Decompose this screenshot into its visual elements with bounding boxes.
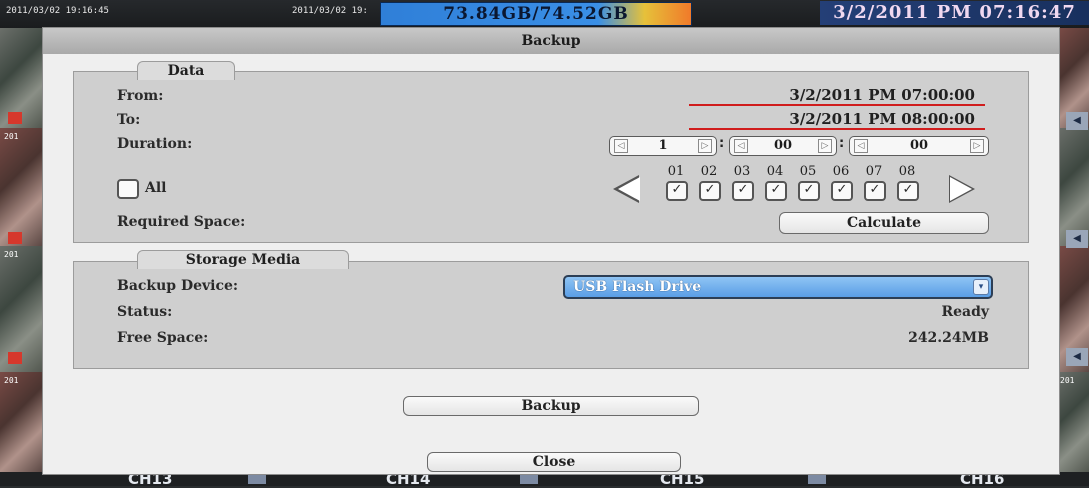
backup-device-label: Backup Device: xyxy=(117,278,239,294)
increment-icon[interactable]: ▷ xyxy=(970,139,984,153)
backup-button[interactable]: Backup xyxy=(403,396,699,416)
record-icon xyxy=(8,232,22,244)
channel-arrow-icon[interactable] xyxy=(248,474,266,484)
backup-device-value: USB Flash Drive xyxy=(573,279,702,295)
disk-usage-bar: 73.84GB/74.52GB xyxy=(380,2,692,26)
backup-device-select[interactable]: USB Flash Drive ▾ xyxy=(563,275,993,299)
channel-checkbox-02[interactable]: ✓ xyxy=(699,181,721,201)
dvr-status-bar: 2011/03/02 19:16:45 2011/03/02 19: 73.84… xyxy=(0,0,1089,28)
increment-icon[interactable]: ▷ xyxy=(818,139,832,153)
disk-usage-text: 73.84GB/74.52GB xyxy=(443,4,629,24)
camera-label: 201 xyxy=(4,132,19,141)
camera-tile[interactable]: 201 xyxy=(1058,372,1089,472)
from-label: From: xyxy=(117,88,164,104)
channel-checkbox-07[interactable]: ✓ xyxy=(864,181,886,201)
status-value: Ready xyxy=(941,304,989,320)
duration-minutes-value: 00 xyxy=(773,138,793,153)
duration-minutes-stepper[interactable]: ◁ 00 ▷ xyxy=(729,136,837,156)
channel-number: 03 xyxy=(733,164,751,179)
channel-checkbox-03[interactable]: ✓ xyxy=(732,181,754,201)
scroll-left-arrow-icon[interactable]: ◀ xyxy=(1066,348,1088,366)
increment-icon[interactable]: ▷ xyxy=(698,139,712,153)
status-label: Status: xyxy=(117,304,173,320)
all-label: All xyxy=(145,180,167,196)
close-button[interactable]: Close xyxy=(427,452,681,472)
data-group-tab: Data xyxy=(137,61,235,80)
system-clock: 3/2/2011 PM 07:16:47 xyxy=(820,1,1089,25)
duration-hours-value: 1 xyxy=(658,138,668,153)
to-datetime-field[interactable]: 3/2/2011 PM 08:00:00 xyxy=(689,110,985,130)
duration-label: Duration: xyxy=(117,136,193,152)
channel-number: 01 xyxy=(667,164,685,179)
decrement-icon[interactable]: ◁ xyxy=(734,139,748,153)
next-channels-arrow-fill xyxy=(950,177,972,201)
calculate-button[interactable]: Calculate xyxy=(779,212,989,234)
to-label: To: xyxy=(117,112,141,128)
channel-number: 05 xyxy=(799,164,817,179)
channel-number: 08 xyxy=(898,164,916,179)
camera-timestamp-2: 2011/03/02 19: xyxy=(292,6,368,16)
camera-tile[interactable] xyxy=(1058,128,1089,246)
decrement-icon[interactable]: ◁ xyxy=(854,139,868,153)
duration-seconds-value: 00 xyxy=(909,138,929,153)
record-icon xyxy=(8,112,22,124)
free-space-value: 242.24MB xyxy=(908,330,989,346)
camera-label: 201 xyxy=(1060,376,1075,385)
camera-tile[interactable]: 201 xyxy=(0,372,42,472)
channel-checkbox-05[interactable]: ✓ xyxy=(798,181,820,201)
duration-seconds-stepper[interactable]: ◁ 00 ▷ xyxy=(849,136,989,156)
camera-label: 201 xyxy=(4,376,19,385)
scroll-left-arrow-icon[interactable]: ◀ xyxy=(1066,112,1088,130)
scroll-left-arrow-icon[interactable]: ◀ xyxy=(1066,230,1088,248)
channel-checkbox-04[interactable]: ✓ xyxy=(765,181,787,201)
free-space-label: Free Space: xyxy=(117,330,209,346)
colon-separator: : xyxy=(719,136,725,151)
record-icon xyxy=(8,352,22,364)
from-datetime-field[interactable]: 3/2/2011 PM 07:00:00 xyxy=(689,86,985,106)
channel-number: 04 xyxy=(766,164,784,179)
colon-separator: : xyxy=(839,136,845,151)
prev-channels-arrow-fill xyxy=(618,177,640,201)
channel-checkbox-08[interactable]: ✓ xyxy=(897,181,919,201)
channel-number: 02 xyxy=(700,164,718,179)
camera-timestamp: 2011/03/02 19:16:45 xyxy=(6,6,109,16)
chevron-down-icon[interactable]: ▾ xyxy=(973,279,989,295)
camera-label: 201 xyxy=(4,250,19,259)
channel-checkbox-01[interactable]: ✓ xyxy=(666,181,688,201)
required-space-label: Required Space: xyxy=(117,214,246,230)
storage-media-tab: Storage Media xyxy=(137,250,349,269)
decrement-icon[interactable]: ◁ xyxy=(614,139,628,153)
all-checkbox[interactable] xyxy=(117,179,139,199)
channel-arrow-icon[interactable] xyxy=(520,474,538,484)
dialog-title: Backup xyxy=(43,28,1059,54)
channel-arrow-icon[interactable] xyxy=(808,474,826,484)
duration-hours-stepper[interactable]: ◁ 1 ▷ xyxy=(609,136,717,156)
backup-dialog: Backup Data From: 3/2/2011 PM 07:00:00 T… xyxy=(42,27,1060,475)
channel-number: 07 xyxy=(865,164,883,179)
channel-checkbox-06[interactable]: ✓ xyxy=(831,181,853,201)
camera-tile[interactable]: 201 xyxy=(0,128,42,246)
channel-number: 06 xyxy=(832,164,850,179)
